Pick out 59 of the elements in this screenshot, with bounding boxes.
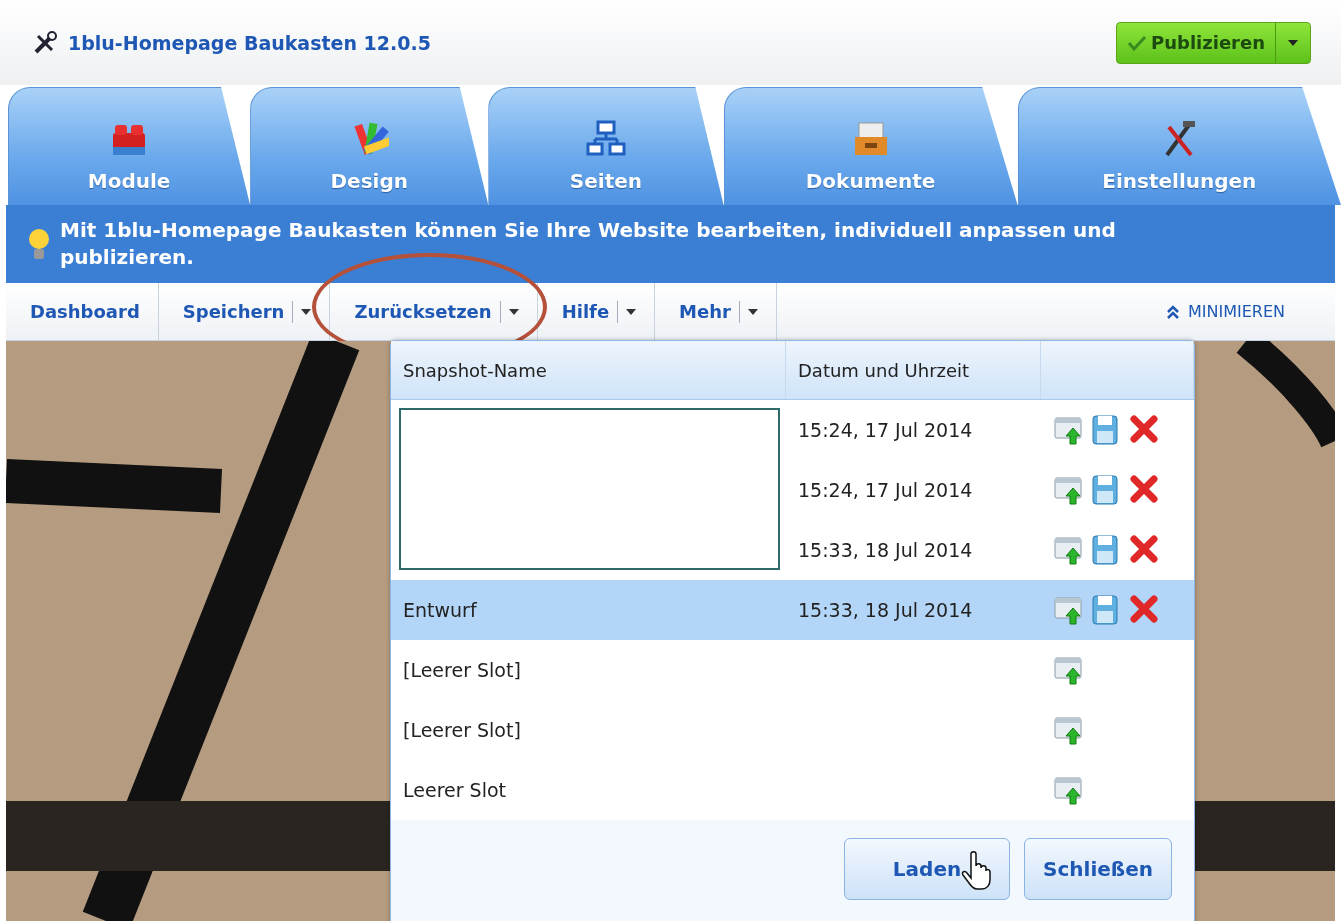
load-dialog-button[interactable]: Laden <box>844 838 1011 900</box>
save-icon <box>1091 474 1121 506</box>
load-button[interactable] <box>1053 474 1083 506</box>
load-icon <box>1053 534 1083 566</box>
load-button[interactable] <box>1053 654 1083 686</box>
delete-button[interactable] <box>1129 534 1159 566</box>
toolbar-menu-item[interactable]: Speichern <box>158 283 331 340</box>
load-button[interactable] <box>1053 534 1083 566</box>
load-icon <box>1053 714 1083 746</box>
delete-button[interactable] <box>1129 414 1159 446</box>
close-button[interactable]: Schließen <box>1024 838 1172 900</box>
double-chevron-up-icon <box>1165 304 1180 319</box>
load-icon <box>1053 594 1083 626</box>
sitemap-icon <box>585 119 626 159</box>
save-icon <box>1091 414 1121 446</box>
load-button[interactable] <box>1053 774 1083 806</box>
delete-button[interactable] <box>1129 474 1159 506</box>
delete-icon <box>1129 474 1159 506</box>
snapshot-date: 15:33, 18 Jul 2014 <box>798 599 973 621</box>
info-message: Mit 1blu-Homepage Baukasten können Sie Ihre Website bearbeiten, individuell anpassen und publizieren. <box>60 217 1117 271</box>
delete-icon <box>1129 594 1159 626</box>
snapshot-date: 15:24, 17 Jul 2014 <box>798 479 973 501</box>
delete-icon <box>1129 414 1159 446</box>
app-title: 1blu-Homepage Baukasten 12.0.5 <box>68 31 432 54</box>
caret-icon <box>747 308 758 315</box>
snapshot-name: Leerer Slot <box>403 779 506 801</box>
load-icon <box>1053 774 1083 806</box>
load-icon <box>1053 654 1083 686</box>
load-icon <box>1053 414 1083 446</box>
checkmark-icon <box>1127 34 1147 51</box>
load-icon <box>1053 474 1083 506</box>
column-header: Datum und Uhrzeit <box>786 341 1041 399</box>
save-button[interactable] <box>1091 594 1121 626</box>
lightbulb-icon <box>28 227 50 261</box>
save-icon <box>1091 534 1121 566</box>
save-button[interactable] <box>1091 414 1121 446</box>
load-button[interactable] <box>1053 594 1083 626</box>
caret-icon <box>626 308 637 315</box>
save-button[interactable] <box>1091 534 1121 566</box>
snapshot-name: Entwurf <box>403 599 477 621</box>
delete-button[interactable] <box>1129 594 1159 626</box>
delete-icon <box>1129 534 1159 566</box>
save-button[interactable] <box>1091 474 1121 506</box>
load-button[interactable] <box>1053 414 1083 446</box>
tools-icon <box>32 29 58 56</box>
minimize-button[interactable]: MINIMIEREN <box>1165 283 1335 340</box>
snapshot-name-field[interactable] <box>399 408 780 570</box>
caret-icon <box>301 308 312 315</box>
snapshot-date: 15:33, 18 Jul 2014 <box>798 539 973 561</box>
snapshot-name: [Leerer Slot] <box>403 719 521 741</box>
caret-icon <box>1288 39 1298 46</box>
snapshot-date: 15:24, 17 Jul 2014 <box>798 419 973 441</box>
snapshot-name: [Leerer Slot] <box>403 659 521 681</box>
save-icon <box>1091 594 1121 626</box>
caret-icon <box>508 308 519 315</box>
hand-cursor-icon <box>961 850 991 890</box>
column-header: Snapshot-Name <box>391 341 786 399</box>
toolbar-menu-item[interactable]: Dashboard <box>6 283 159 340</box>
load-button[interactable] <box>1053 714 1083 746</box>
